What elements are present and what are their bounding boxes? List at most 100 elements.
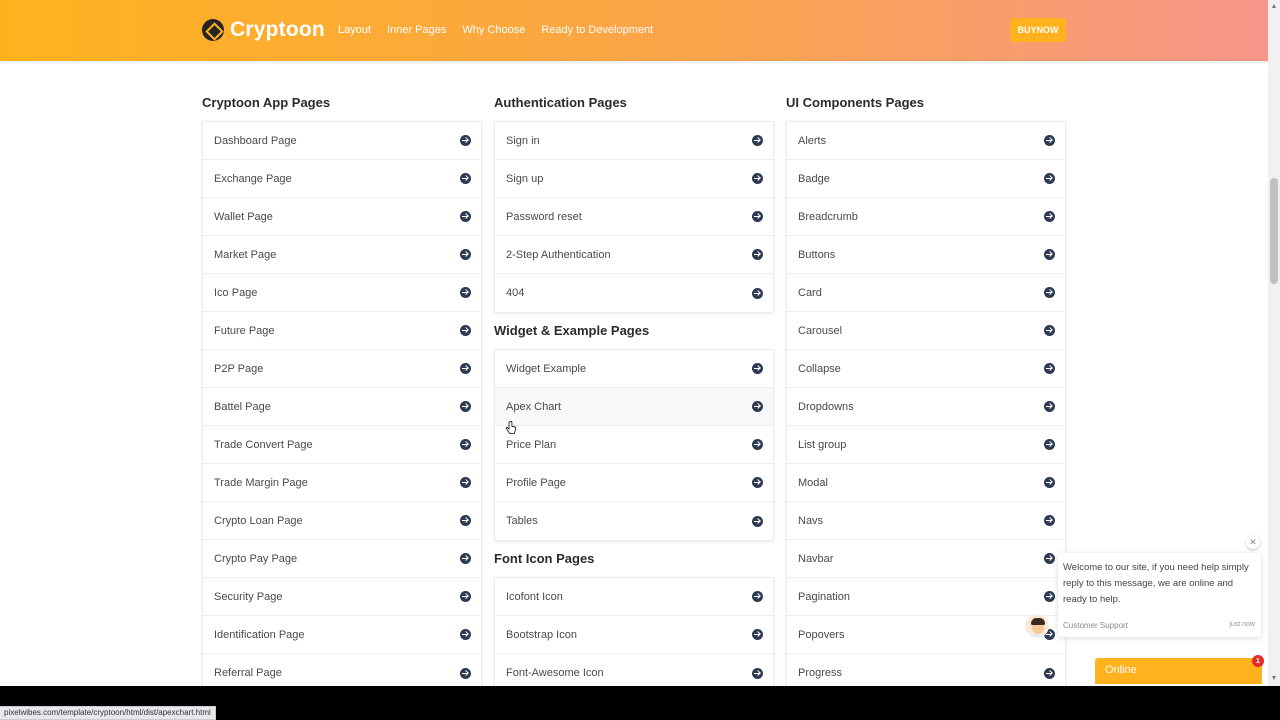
arrow-right-circle-icon bbox=[752, 477, 763, 488]
nav-link-why-choose[interactable]: Why Choose bbox=[462, 24, 525, 36]
ui-page-link-card[interactable]: Card bbox=[787, 274, 1065, 312]
arrow-right-circle-icon bbox=[1044, 401, 1055, 412]
app-page-link-market-page[interactable]: Market Page bbox=[203, 236, 481, 274]
section-title-widget-pages: Widget & Example Pages bbox=[494, 323, 650, 338]
arrow-right-circle-icon bbox=[460, 363, 471, 374]
arrow-right-circle-icon bbox=[460, 173, 471, 184]
nav-link-ready-to-development[interactable]: Ready to Development bbox=[541, 24, 653, 36]
ui-page-link-collapse[interactable]: Collapse bbox=[787, 350, 1065, 388]
ui-page-link-buttons[interactable]: Buttons bbox=[787, 236, 1065, 274]
arrow-right-circle-icon bbox=[1044, 591, 1055, 602]
ui-page-link-alerts[interactable]: Alerts bbox=[787, 122, 1065, 160]
brand-name: Cryptoon bbox=[230, 18, 325, 41]
arrow-right-circle-icon bbox=[752, 401, 763, 412]
chat-message: Welcome to our site, if you need help si… bbox=[1063, 562, 1249, 605]
app-page-link-exchange-page[interactable]: Exchange Page bbox=[203, 160, 481, 198]
list-item-label: Dashboard Page bbox=[214, 134, 297, 147]
app-page-link-wallet-page[interactable]: Wallet Page bbox=[203, 198, 481, 236]
scroll-down-arrow-icon[interactable]: ▼ bbox=[1268, 672, 1280, 684]
arrow-right-circle-icon bbox=[1044, 553, 1055, 564]
nav-link-layout[interactable]: Layout bbox=[338, 24, 371, 36]
list-item-label: P2P Page bbox=[214, 362, 264, 375]
buy-now-button[interactable]: BUYNOW bbox=[1010, 18, 1066, 42]
scrollbar-thumb[interactable] bbox=[1270, 178, 1278, 284]
top-navbar: Cryptoon Layout Inner Pages Why Choose R… bbox=[0, 0, 1268, 61]
chat-welcome-card[interactable]: Welcome to our site, if you need help si… bbox=[1058, 553, 1261, 637]
app-page-link-identification-page[interactable]: Identification Page bbox=[203, 616, 481, 654]
list-item-label: Font-Awesome Icon bbox=[506, 667, 604, 679]
arrow-right-circle-icon bbox=[460, 401, 471, 412]
ui-page-link-badge[interactable]: Badge bbox=[787, 160, 1065, 198]
app-page-link-crypto-pay-page[interactable]: Crypto Pay Page bbox=[203, 540, 481, 578]
main-nav: Layout Inner Pages Why Choose Ready to D… bbox=[338, 24, 653, 36]
app-page-link-crypto-loan-page[interactable]: Crypto Loan Page bbox=[203, 502, 481, 540]
arrow-right-circle-icon bbox=[1044, 515, 1055, 526]
arrow-right-circle-icon bbox=[460, 287, 471, 298]
brand[interactable]: Cryptoon bbox=[202, 18, 325, 42]
ui-page-link-popovers[interactable]: Popovers bbox=[787, 616, 1065, 654]
scroll-up-arrow-icon[interactable]: ▲ bbox=[1268, 0, 1280, 12]
widget-page-link-tables[interactable]: Tables bbox=[495, 502, 773, 540]
arrow-right-circle-icon bbox=[460, 325, 471, 336]
app-page-link-trade-convert-page[interactable]: Trade Convert Page bbox=[203, 426, 481, 464]
auth-page-link-2-step-authentication[interactable]: 2-Step Authentication bbox=[495, 236, 773, 274]
ui-page-link-carousel[interactable]: Carousel bbox=[787, 312, 1065, 350]
app-pages-list: Dashboard Page Exchange Page Wallet Page Ma… bbox=[202, 121, 482, 693]
auth-page-link-sign-in[interactable]: Sign in bbox=[495, 122, 773, 160]
ui-page-link-breadcrumb[interactable]: Breadcrumb bbox=[787, 198, 1065, 236]
app-page-link-ico-page[interactable]: Ico Page bbox=[203, 274, 481, 312]
arrow-right-circle-icon bbox=[752, 667, 763, 679]
app-page-link-trade-margin-page[interactable]: Trade Margin Page bbox=[203, 464, 481, 502]
app-page-link-dashboard-page[interactable]: Dashboard Page bbox=[203, 122, 481, 160]
nav-link-inner-pages[interactable]: Inner Pages bbox=[387, 24, 446, 36]
arrow-right-circle-icon bbox=[460, 591, 471, 602]
list-item-label: Badge bbox=[798, 172, 830, 185]
app-page-link-battel-page[interactable]: Battel Page bbox=[203, 388, 481, 426]
list-item-label: Security Page bbox=[214, 590, 283, 603]
icon-page-link-bootstrap-icon[interactable]: Bootstrap Icon bbox=[495, 616, 773, 654]
list-item-label: List group bbox=[798, 438, 847, 451]
list-item-label: Bootstrap Icon bbox=[506, 628, 577, 641]
list-item-label: Card bbox=[798, 286, 822, 299]
chat-close-icon[interactable]: ✕ bbox=[1246, 535, 1260, 549]
hand-cursor-icon bbox=[506, 421, 516, 434]
ui-page-link-navs[interactable]: Navs bbox=[787, 502, 1065, 540]
widget-page-link-profile-page[interactable]: Profile Page bbox=[495, 464, 773, 502]
arrow-right-circle-icon bbox=[460, 515, 471, 526]
arrow-right-circle-icon bbox=[460, 477, 471, 488]
app-page-link-p2p-page[interactable]: P2P Page bbox=[203, 350, 481, 388]
auth-page-link-404[interactable]: 404 bbox=[495, 274, 773, 312]
ui-page-link-list-group[interactable]: List group bbox=[787, 426, 1065, 464]
list-item-label: Market Page bbox=[214, 248, 277, 261]
widget-page-link-widget-example[interactable]: Widget Example bbox=[495, 350, 773, 388]
font-icon-pages-list: Icofont Icon Bootstrap Icon Font-Awesome I… bbox=[494, 577, 774, 693]
section-title-ui-components-pages: UI Components Pages bbox=[786, 95, 924, 110]
arrow-right-circle-icon bbox=[460, 553, 471, 564]
ui-components-list: Alerts Badge Breadcrumb Buttons Card Carousel… bbox=[786, 121, 1066, 693]
list-item-label: Battel Page bbox=[214, 400, 271, 413]
section-title-font-icon-pages: Font Icon Pages bbox=[494, 551, 595, 566]
icon-page-link-icofont-icon[interactable]: Icofont Icon bbox=[495, 578, 773, 616]
arrow-right-circle-icon bbox=[460, 249, 471, 260]
ui-page-link-navbar[interactable]: Navbar bbox=[787, 540, 1065, 578]
chat-online-bar[interactable]: Online bbox=[1095, 658, 1262, 684]
support-avatar bbox=[1025, 614, 1049, 638]
authentication-pages-list: Sign in Sign up Password reset 2-Step Authe… bbox=[494, 121, 774, 313]
ui-page-link-modal[interactable]: Modal bbox=[787, 464, 1065, 502]
page-scrollbar[interactable] bbox=[1268, 0, 1280, 686]
brand-logo-icon bbox=[202, 19, 224, 41]
section-title-app-pages: Cryptoon App Pages bbox=[202, 95, 331, 110]
auth-page-link-password-reset[interactable]: Password reset bbox=[495, 198, 773, 236]
widget-page-link-apex-chart[interactable]: Apex Chart bbox=[495, 388, 773, 426]
ui-page-link-pagination[interactable]: Pagination bbox=[787, 578, 1065, 616]
list-item-label: Carousel bbox=[798, 324, 843, 337]
ui-page-link-dropdowns[interactable]: Dropdowns bbox=[787, 388, 1065, 426]
arrow-right-circle-icon bbox=[752, 211, 763, 222]
app-page-link-future-page[interactable]: Future Page bbox=[203, 312, 481, 350]
chat-timestamp: just now bbox=[1229, 621, 1255, 628]
auth-page-link-sign-up[interactable]: Sign up bbox=[495, 160, 773, 198]
widget-page-link-price-plan[interactable]: Price Plan bbox=[495, 426, 773, 464]
list-item-label: Password reset bbox=[506, 210, 582, 223]
list-item-label: Trade Margin Page bbox=[214, 476, 308, 489]
app-page-link-security-page[interactable]: Security Page bbox=[203, 578, 481, 616]
